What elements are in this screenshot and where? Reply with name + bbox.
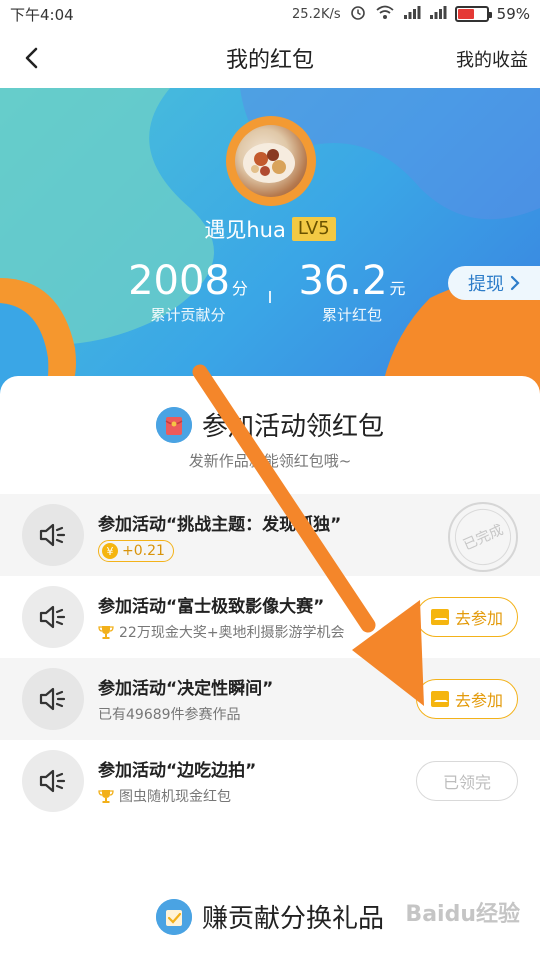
activity-item[interactable]: 参加活动“决定性瞬间” 已有49689件参赛作品 去参加	[0, 658, 540, 740]
status-time: 下午4:04	[10, 5, 74, 24]
watermark: Baidu经验	[405, 902, 520, 927]
claimed-button[interactable]: 已领完	[416, 761, 518, 801]
speaker-icon	[22, 504, 84, 566]
wifi-icon	[375, 4, 395, 24]
points-unit: 分	[231, 279, 248, 298]
activity-desc: 图虫随机现金红包	[119, 789, 231, 805]
activity-title: 参加活动“边吃边拍”	[98, 761, 257, 781]
avatar-image	[235, 125, 307, 197]
activity-title: 参加活动“富士极致影像大赛”	[98, 597, 325, 617]
my-earnings-link[interactable]: 我的收益	[456, 46, 528, 72]
join-label: 去参加	[454, 691, 503, 710]
yen-coin-icon: ¥	[102, 543, 118, 559]
withdraw-button[interactable]: 提现	[448, 266, 540, 300]
redpacket-label: 累计红包	[321, 306, 382, 324]
back-button[interactable]	[16, 42, 48, 74]
completed-stamp: 已完成	[446, 500, 520, 574]
redpacket-unit: 元	[389, 279, 406, 298]
page-title: 我的红包	[225, 48, 314, 73]
withdraw-label: 提现	[468, 274, 504, 295]
join-label: 去参加	[454, 609, 503, 628]
battery-level	[457, 9, 475, 19]
stats-divider	[269, 291, 271, 303]
activities-card: 参加活动领红包 发新作品就能领红包哦~ 参加活动“挑战主题：发现孤独” ¥ +0…	[0, 376, 540, 960]
claimed-label: 已领完	[442, 773, 491, 792]
activity-desc: 22万现金大奖+奥地利摄影游学机会	[119, 625, 345, 641]
redpacket-stat: 36.2 元 累计红包	[292, 258, 412, 326]
activity-item[interactable]: 参加活动“边吃边拍” 图虫随机现金红包 已领完	[0, 740, 540, 822]
chevron-right-icon	[510, 275, 520, 291]
activity-desc: 已有49689件参赛作品	[98, 707, 241, 723]
section-subtitle: 发新作品就能领红包哦~	[188, 452, 352, 470]
redpacket-icon	[155, 406, 192, 443]
signal-icon	[403, 5, 421, 23]
speaker-icon	[22, 586, 84, 648]
speaker-icon	[22, 668, 84, 730]
alarm-icon	[349, 3, 367, 25]
completed-stamp-label: 已完成	[460, 522, 506, 554]
reward-pill: ¥ +0.21	[98, 540, 174, 562]
battery-percent: 59%	[496, 5, 530, 23]
profile-hero: 遇见hua LV5 2008 分 累计贡献分 36.2 元 累计红包 提现	[0, 88, 540, 398]
join-button[interactable]: 去参加	[416, 597, 518, 637]
activity-desc-row: 已有49689件参赛作品	[98, 704, 241, 724]
username-row: 遇见hua LV5	[0, 214, 540, 244]
status-bar: 下午4:04 25.2K/s 59%	[0, 0, 540, 28]
avatar[interactable]	[226, 116, 316, 206]
section2-title: 赚贡献分换礼品	[201, 904, 384, 934]
username: 遇见hua	[204, 218, 286, 242]
activity-item[interactable]: 参加活动“挑战主题：发现孤独” ¥ +0.21 已完成	[0, 494, 540, 576]
redpacket-value: 36.2	[298, 258, 388, 304]
activity-desc-row: 22万现金大奖+奥地利摄影游学机会	[98, 622, 345, 642]
trophy-icon	[98, 626, 114, 639]
activity-desc-row: 图虫随机现金红包	[98, 786, 231, 806]
gift-icon	[155, 898, 192, 935]
signal-icon-2	[429, 5, 447, 23]
trophy-icon	[98, 790, 114, 803]
points-stat: 2008 分 累计贡献分	[128, 258, 248, 326]
section-title: 参加活动领红包	[201, 412, 384, 442]
join-button[interactable]: 去参加	[416, 679, 518, 719]
activity-title: 参加活动“决定性瞬间”	[98, 679, 274, 699]
redpacket-small-icon	[430, 609, 449, 625]
points-value: 2008	[128, 258, 230, 304]
reward-amount: +0.21	[122, 543, 165, 559]
redpacket-small-icon	[430, 691, 449, 707]
points-label: 累计贡献分	[150, 306, 226, 324]
activity-item[interactable]: 参加活动“富士极致影像大赛” 22万现金大奖+奥地利摄影游学机会 去参加	[0, 576, 540, 658]
battery-icon	[454, 6, 492, 22]
activity-title: 参加活动“挑战主题：发现孤独”	[98, 515, 342, 535]
section-header: 参加活动领红包	[0, 406, 540, 443]
speaker-icon	[22, 750, 84, 812]
activity-reward-row: ¥ +0.21	[98, 540, 174, 562]
level-badge: LV5	[291, 217, 336, 241]
net-speed: 25.2K/s	[292, 6, 341, 22]
chevron-left-icon	[25, 47, 38, 69]
status-icons: 25.2K/s 59%	[292, 3, 530, 25]
nav-bar: 我的红包 我的收益	[0, 28, 540, 88]
